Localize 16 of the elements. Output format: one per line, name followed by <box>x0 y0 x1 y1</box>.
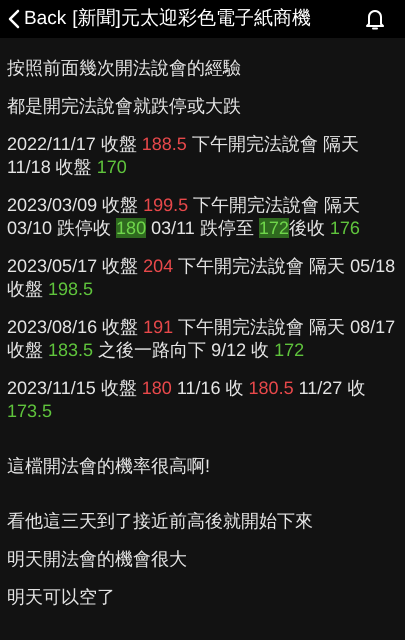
post-paragraph: 2023/11/15 收盤 180 11/16 收 180.5 11/27 收 173.5 <box>7 377 366 423</box>
notification-button[interactable] <box>365 8 385 30</box>
post-paragraph: 都是開完法說會就跌停或大跌 <box>7 95 242 118</box>
post-paragraph: 明天開法會的機會很大 <box>7 548 188 571</box>
post-paragraph: 看他這三天到了接近前高後就開始下來 <box>7 510 314 533</box>
post-paragraph: 2023/05/17 收盤 204 下午開完法說會 隔天 05/18 收盤 198.5 <box>7 255 396 301</box>
post-paragraph: 這檔開法會的機率很高啊! <box>7 455 212 478</box>
post-paragraph: 明天可以空了 <box>7 586 116 609</box>
back-icon <box>8 9 20 29</box>
post-paragraph: 按照前面幾次開法說會的經驗 <box>7 57 242 80</box>
bell-icon <box>365 8 385 30</box>
back-button[interactable]: Back <box>8 4 66 34</box>
post-paragraph: 2023/08/16 收盤 191 下午開完法說會 隔天 08/17 收盤 183.5 之後一路向下 9/12 收 172 <box>7 316 396 362</box>
post-paragraph: 2023/03/09 收盤 199.5 下午開完法說會 隔天 03/10 跌停收 180 03/11 跌停至 172後收 176 <box>7 194 362 240</box>
page-title: [新聞]元太迎彩色電子紙商機 <box>72 6 311 31</box>
post-paragraph: 2022/11/17 收盤 188.5 下午開完法說會 隔天 11/18 收盤 170 <box>7 133 360 179</box>
